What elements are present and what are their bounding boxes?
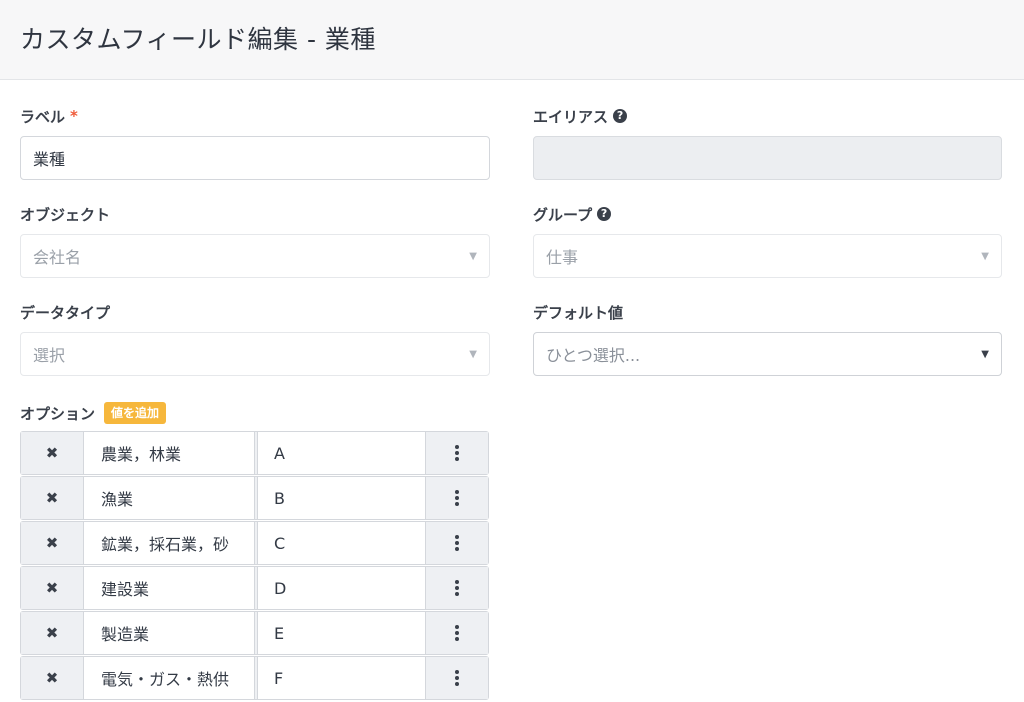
page-title: カスタムフィールド編集 - 業種 xyxy=(20,25,376,54)
delete-icon[interactable]: ✖ xyxy=(21,567,84,609)
option-name-input[interactable]: 建設業 xyxy=(85,567,255,609)
chevron-down-icon: ▼ xyxy=(981,250,989,262)
more-vertical-icon[interactable] xyxy=(425,432,488,474)
label-title-text: ラベル xyxy=(20,107,66,126)
page-header: カスタムフィールド編集 - 業種 xyxy=(0,0,1024,80)
help-icon[interactable]: ? xyxy=(613,109,628,123)
label-input[interactable]: 業種 xyxy=(20,136,490,180)
chevron-down-icon: ▼ xyxy=(469,348,477,360)
delete-icon[interactable]: ✖ xyxy=(21,657,84,699)
add-value-button[interactable]: 値を追加 xyxy=(104,402,167,424)
default-value-field-title: デフォルト値 xyxy=(533,301,623,323)
option-code-input[interactable]: E xyxy=(257,612,425,654)
option-name-input[interactable]: 漁業 xyxy=(85,477,255,519)
option-row: ✖ 鉱業，採石業，砂 C xyxy=(20,521,489,565)
more-vertical-icon[interactable] xyxy=(425,567,488,609)
object-select-value: 会社名 xyxy=(33,248,82,267)
alias-title-text: エイリアス xyxy=(533,107,609,126)
default-value-select[interactable]: ひとつ選択... ▼ xyxy=(533,332,1002,376)
help-icon[interactable]: ? xyxy=(597,207,612,221)
more-vertical-icon[interactable] xyxy=(425,612,488,654)
delete-icon[interactable]: ✖ xyxy=(21,477,84,519)
alias-field-title: エイリアス ? xyxy=(533,105,628,127)
data-type-select[interactable]: 選択 ▼ xyxy=(20,332,490,376)
option-name-input[interactable]: 鉱業，採石業，砂 xyxy=(85,522,255,564)
alias-input[interactable] xyxy=(533,136,1002,180)
option-code-input[interactable]: B xyxy=(257,477,425,519)
data-type-select-value: 選択 xyxy=(33,346,66,365)
option-code-input[interactable]: F xyxy=(257,657,425,699)
chevron-down-icon: ▼ xyxy=(981,348,989,360)
option-code-input[interactable]: C xyxy=(257,522,425,564)
object-field-title: オブジェクト xyxy=(20,203,110,225)
data-type-title-text: データタイプ xyxy=(20,303,111,322)
option-row: ✖ 漁業 B xyxy=(20,476,489,520)
data-type-field-title: データタイプ xyxy=(20,301,110,323)
options-field-title: オプション 値を追加 xyxy=(20,399,167,427)
option-row: ✖ 農業，林業 A xyxy=(20,431,489,475)
object-title-text: オブジェクト xyxy=(20,205,111,224)
label-input-value: 業種 xyxy=(33,150,66,169)
label-field-title: ラベル * xyxy=(20,105,78,127)
more-vertical-icon[interactable] xyxy=(425,657,488,699)
option-name-input[interactable]: 農業，林業 xyxy=(85,432,255,474)
group-field-title: グループ ? xyxy=(533,203,612,225)
chevron-down-icon: ▼ xyxy=(469,250,477,262)
default-value-placeholder: ひとつ選択... xyxy=(546,346,641,365)
group-select-value: 仕事 xyxy=(546,248,579,267)
delete-icon[interactable]: ✖ xyxy=(21,612,84,654)
option-row: ✖ 建設業 D xyxy=(20,566,489,610)
option-row: ✖ 電気・ガス・熱供 F xyxy=(20,656,489,700)
more-vertical-icon[interactable] xyxy=(425,522,488,564)
option-code-input[interactable]: A xyxy=(257,432,425,474)
delete-icon[interactable]: ✖ xyxy=(21,522,84,564)
required-mark: * xyxy=(70,107,78,125)
delete-icon[interactable]: ✖ xyxy=(21,432,84,474)
group-title-text: グループ xyxy=(533,205,593,224)
group-select[interactable]: 仕事 ▼ xyxy=(533,234,1002,278)
options-title-text: オプション xyxy=(20,404,96,423)
object-select[interactable]: 会社名 ▼ xyxy=(20,234,490,278)
option-name-input[interactable]: 製造業 xyxy=(85,612,255,654)
option-code-input[interactable]: D xyxy=(257,567,425,609)
option-name-input[interactable]: 電気・ガス・熱供 xyxy=(85,657,255,699)
more-vertical-icon[interactable] xyxy=(425,477,488,519)
option-row: ✖ 製造業 E xyxy=(20,611,489,655)
default-value-title-text: デフォルト値 xyxy=(533,303,624,322)
